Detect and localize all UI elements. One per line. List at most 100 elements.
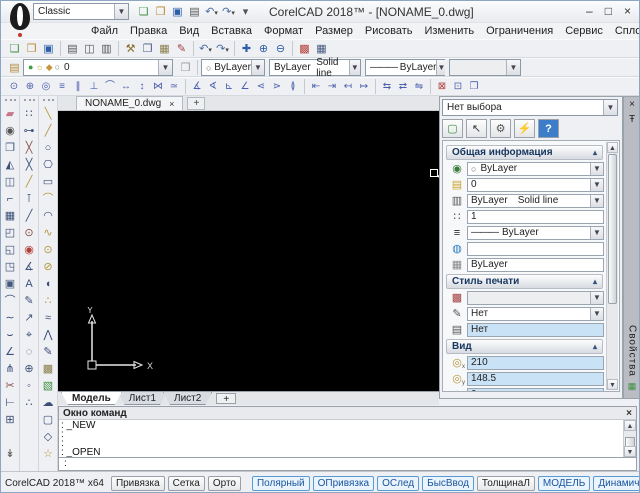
pan-icon[interactable]: ✚ — [238, 41, 255, 57]
shape-icon[interactable]: ◇ — [39, 429, 57, 446]
menu-9[interactable]: Сервис — [559, 24, 609, 38]
flash-highlight-button[interactable]: ⚡ — [514, 119, 535, 138]
point-icon[interactable]: ∴ — [39, 293, 57, 310]
properties-side-tab[interactable]: Свойства ▦ — [624, 325, 640, 392]
toggle-etrack[interactable]: ОСлед — [377, 476, 419, 491]
reference-icon[interactable]: ◌ — [20, 344, 38, 361]
more-tools-icon[interactable]: ↡ — [1, 446, 19, 463]
workspace-dropdown[interactable]: Classic ▼ — [33, 3, 129, 20]
command-window-titlebar[interactable]: Окно команд × — [59, 407, 636, 420]
menu-5[interactable]: Размер — [309, 24, 359, 38]
constraint-coincident-icon[interactable]: ⊙ — [6, 79, 22, 95]
sketch-icon[interactable]: ✎ — [39, 344, 57, 361]
constraint-horizontal-icon[interactable]: ↔ — [118, 79, 134, 95]
layers-palette-icon[interactable]: ▩ — [296, 41, 313, 57]
toggle-quick-input[interactable]: БысВвод — [422, 476, 474, 491]
match-properties-icon[interactable]: ◉ — [1, 123, 19, 140]
toggle-grid[interactable]: Сетка — [168, 476, 205, 491]
command-scrollbar[interactable]: ▲ ▼ — [623, 420, 636, 457]
print-preview-icon[interactable]: ▥ — [98, 41, 115, 57]
star-icon[interactable]: ☆ — [39, 446, 57, 463]
point-pair-icon[interactable]: ⊶ — [20, 123, 38, 140]
select-entities-button[interactable]: ▢ — [442, 119, 463, 138]
linestyle-field[interactable]: ByLayerSolid line ▼ — [467, 194, 604, 208]
chevron-down-icon[interactable]: ▼ — [349, 60, 360, 75]
quadrant-icon[interactable]: ◦ — [20, 378, 38, 395]
dim-update-icon[interactable]: ⇆ — [379, 79, 395, 95]
show-constraints-icon[interactable]: ⋖ — [253, 79, 269, 95]
format-paint-icon[interactable]: ✎ — [173, 41, 190, 57]
toggle-dynamic-ucs[interactable]: Динамическая ПСК — [593, 476, 639, 491]
radial-constraint-icon[interactable]: ∠ — [237, 79, 253, 95]
toggle-esnap[interactable]: ОПривязка — [313, 476, 374, 491]
section-header-2[interactable]: Вид▴ — [446, 339, 603, 354]
grid-points-icon[interactable]: ∷ — [20, 106, 38, 123]
menu-2[interactable]: Вид — [173, 24, 205, 38]
eraser-icon[interactable]: ▰ — [1, 106, 19, 123]
zoom-out-icon[interactable]: ⊖ — [272, 41, 289, 57]
constraint-bar-icon[interactable]: ≬ — [285, 79, 301, 95]
new-tab-button[interactable]: + — [187, 97, 205, 110]
edit-arc-icon[interactable]: ⌒ — [1, 293, 19, 310]
panel-close-icon[interactable]: × — [629, 99, 635, 110]
insert-point-icon[interactable]: ⊕ — [20, 361, 38, 378]
menu-8[interactable]: Ограничения — [480, 24, 559, 38]
segment-icon[interactable]: ╱ — [20, 174, 38, 191]
collapse-icon[interactable]: ▴ — [593, 277, 597, 286]
sheet-tab-2[interactable]: Лист2 — [163, 392, 212, 405]
stretch-icon[interactable]: ◰ — [1, 225, 19, 242]
menu-10[interactable]: Сплошные — [609, 24, 640, 38]
intersection-icon[interactable]: ╳ — [20, 140, 38, 157]
constraint-tangent-icon[interactable]: ⌒ — [102, 79, 118, 95]
redo-icon[interactable]: ↷▾ — [220, 4, 237, 20]
sheet-tab-0[interactable]: Модель — [61, 392, 122, 405]
split-icon[interactable]: ⋔ — [1, 361, 19, 378]
print-setup-icon[interactable]: ◫ — [81, 41, 98, 57]
toolbar-grip[interactable] — [24, 99, 35, 106]
camera-z-field[interactable]: 0 — [467, 388, 604, 393]
circle-icon[interactable]: ○ — [39, 140, 57, 157]
rectangle-icon[interactable]: ▭ — [39, 174, 57, 191]
save-icon[interactable]: ▣ — [169, 4, 186, 20]
command-input[interactable]: : — [58, 458, 637, 471]
hatch-icon[interactable]: ▩ — [39, 361, 57, 378]
extend-icon[interactable]: ⊢ — [1, 395, 19, 412]
print-style-dropdown[interactable]: ▼ — [449, 59, 521, 76]
constraint-equal-icon[interactable]: ≃ — [166, 79, 182, 95]
scroll-down-icon[interactable]: ▼ — [624, 446, 636, 457]
redo-icon[interactable]: ↷▾ — [214, 41, 231, 57]
transparency-field[interactable]: ByLayer — [467, 258, 604, 272]
smart-dimension-icon[interactable]: ∡ — [189, 79, 205, 95]
scrollbar-thumb[interactable] — [608, 154, 617, 304]
constraint-vertical-icon[interactable]: ↕ — [134, 79, 150, 95]
drawing-canvas[interactable]: Y X — [58, 111, 439, 391]
menu-6[interactable]: Рисовать — [359, 24, 419, 38]
panel-scrollbar[interactable]: ▲ ▼ — [606, 142, 618, 390]
region-icon[interactable]: ▧ — [39, 378, 57, 395]
mirror-icon[interactable]: ◭ — [1, 157, 19, 174]
spline-icon[interactable]: ∿ — [39, 225, 57, 242]
layer-states-icon[interactable]: ❒ — [177, 60, 194, 76]
open-icon[interactable]: ❒ — [23, 41, 40, 57]
position-icon[interactable]: ⌖ — [20, 327, 38, 344]
panel-pin-icon[interactable]: Ŧ — [629, 114, 635, 125]
dim-radius-icon[interactable]: ↦ — [356, 79, 372, 95]
toolbar-options-icon[interactable]: ▾ — [237, 4, 254, 20]
scatter-icon[interactable]: ∴ — [20, 395, 38, 412]
menu-4[interactable]: Формат — [258, 24, 309, 38]
hyperlink-field[interactable] — [467, 242, 604, 256]
constraint-fixed-icon[interactable]: ⊕ — [22, 79, 38, 95]
ellipse-icon[interactable]: ⊘ — [39, 259, 57, 276]
chevron-down-icon[interactable]: ▼ — [436, 60, 445, 75]
camera-x-field[interactable]: 210 — [467, 356, 604, 370]
sheet-tab-1[interactable]: Лист1 — [118, 392, 167, 405]
selection-dropdown[interactable]: Нет выбора ▼ — [442, 99, 618, 116]
zoom-in-icon[interactable]: ⊕ — [255, 41, 272, 57]
new-icon[interactable]: ❏ — [6, 41, 23, 57]
save-icon[interactable]: ▣ — [40, 41, 57, 57]
toolbar-grip[interactable] — [43, 99, 54, 106]
dim-edit-icon[interactable]: ⇋ — [411, 79, 427, 95]
center-snap-icon[interactable]: ⊙ — [20, 225, 38, 242]
undo-icon[interactable]: ↶▾ — [197, 41, 214, 57]
copy-array-icon[interactable]: ❐ — [466, 79, 482, 95]
